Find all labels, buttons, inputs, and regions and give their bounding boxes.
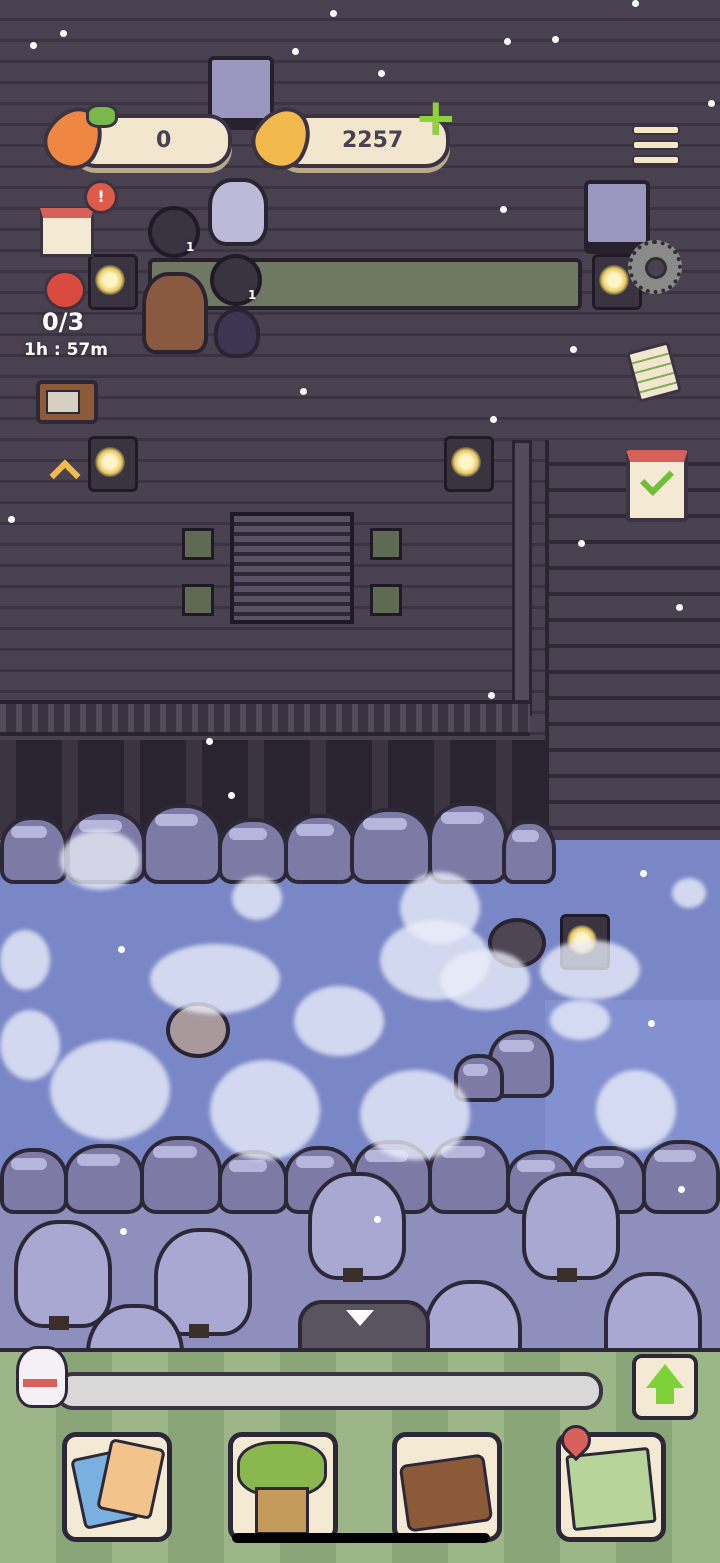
snowflake <box>374 1216 381 1223</box>
apple-icon[interactable] <box>44 270 86 310</box>
rock <box>218 1150 288 1214</box>
deck-railing <box>0 700 530 736</box>
snowflake <box>676 604 683 611</box>
nav-suitcase-button[interactable] <box>392 1432 502 1542</box>
order-badge: 1 <box>248 288 257 302</box>
steam-cloud <box>672 878 706 908</box>
steam-cloud <box>50 1040 170 1140</box>
snowflake <box>490 416 497 423</box>
floor-tile <box>182 528 214 560</box>
snowflake <box>504 38 511 45</box>
order-badge: 1 <box>186 240 195 254</box>
floor-grate <box>230 512 354 624</box>
map-icon <box>565 1446 657 1532</box>
steam-cloud <box>440 950 530 1010</box>
steam-cloud <box>150 944 280 1014</box>
snowflake <box>488 692 495 699</box>
snowflake <box>378 70 385 77</box>
snowflake <box>578 540 585 547</box>
snowflake <box>118 946 125 953</box>
rock <box>502 820 556 884</box>
carrot-count: 0 <box>156 128 172 153</box>
rock <box>0 816 68 884</box>
rock <box>218 818 288 884</box>
snowflake <box>632 0 639 7</box>
lantern <box>88 254 138 310</box>
snowy-tree <box>522 1172 620 1282</box>
tv-icon[interactable] <box>36 380 98 424</box>
stool[interactable] <box>208 56 274 122</box>
penguin-guest[interactable] <box>214 308 260 358</box>
bunny-guest[interactable] <box>208 178 268 246</box>
lantern <box>444 436 494 492</box>
nav-cards-button[interactable] <box>62 1432 172 1542</box>
visitor-count: 0/3 <box>42 308 85 336</box>
hamburger-menu-icon[interactable] <box>632 120 680 165</box>
capybara-guest[interactable] <box>142 272 208 354</box>
level-progress-bar <box>55 1372 603 1410</box>
steam-cloud <box>0 1010 60 1080</box>
scarf <box>23 1379 57 1387</box>
snowflake <box>708 100 715 107</box>
snowflake <box>8 516 15 523</box>
home-indicator <box>232 1533 490 1543</box>
rock <box>140 1136 222 1214</box>
rock <box>0 1148 68 1214</box>
steam-cloud <box>0 930 50 990</box>
snowflake <box>60 30 67 37</box>
chevron-up-icon[interactable] <box>49 458 81 491</box>
steam-cloud <box>294 986 384 1056</box>
rock <box>642 1140 720 1214</box>
snowflake <box>206 738 213 745</box>
snowflake <box>640 870 647 877</box>
steam-cloud <box>232 876 282 920</box>
deck-rail-vertical <box>512 440 532 716</box>
snowflake <box>500 206 507 213</box>
alert-badge: ! <box>84 180 118 214</box>
suitcase-icon <box>398 1453 494 1533</box>
house-trunk <box>255 1487 309 1535</box>
steam-cloud <box>596 1070 676 1150</box>
plus-icon[interactable]: + <box>414 92 458 144</box>
rock <box>142 804 222 884</box>
snowflake <box>30 42 37 49</box>
upgrade-arrow-icon[interactable] <box>632 1354 698 1420</box>
steam-cloud <box>360 1070 470 1160</box>
golden-carrot-count: 2257 <box>342 128 404 153</box>
visitor-timer: 1h : 57m <box>24 340 108 360</box>
rock <box>284 814 356 884</box>
rock <box>64 1144 144 1214</box>
check-mark <box>640 462 674 496</box>
calendar-check-icon[interactable] <box>626 450 688 522</box>
floor-tile <box>370 584 402 616</box>
carrot-leaf <box>86 104 118 128</box>
lantern <box>88 436 138 492</box>
floor-tile <box>370 528 402 560</box>
steam-cloud <box>60 830 140 890</box>
rock <box>350 808 432 884</box>
snowflake <box>552 36 559 43</box>
steam-cloud <box>540 940 640 1000</box>
tv-screen <box>46 390 80 414</box>
shop-stand-icon[interactable] <box>40 208 94 257</box>
nav-map-button[interactable] <box>554 1418 666 1542</box>
gear-icon[interactable] <box>628 240 682 294</box>
carrot-card <box>96 1437 166 1521</box>
bunny-avatar <box>16 1346 68 1408</box>
snowflake <box>120 1228 127 1235</box>
snowflake <box>292 48 299 55</box>
snowflake <box>678 1186 685 1193</box>
floor-tile <box>182 584 214 616</box>
snowflake <box>648 1020 655 1027</box>
steam-cloud <box>550 1000 610 1040</box>
stool[interactable] <box>584 180 650 246</box>
snowflake <box>570 346 577 353</box>
triangle-down-icon[interactable] <box>346 1310 374 1326</box>
snowy-tree <box>308 1172 406 1282</box>
nav-house-button[interactable] <box>228 1432 338 1542</box>
snowflake <box>300 388 307 395</box>
steam-cloud <box>210 1060 320 1160</box>
snowflake <box>228 792 235 799</box>
snowflake <box>330 10 337 17</box>
